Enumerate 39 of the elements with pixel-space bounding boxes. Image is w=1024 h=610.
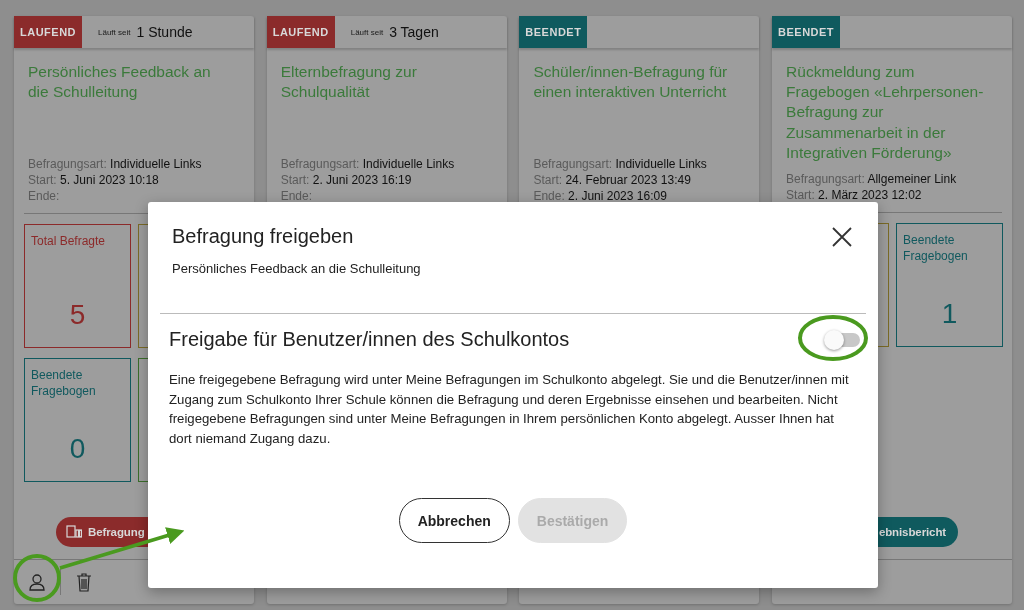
stat-value: 0	[68, 433, 87, 465]
meta-line: Befragungsart: Individuelle Links	[533, 156, 708, 172]
meta-line: Ende:	[280, 188, 314, 204]
highlight-ring	[13, 554, 61, 602]
dialog-title: Befragung freigeben	[172, 225, 354, 249]
running-duration: 1 Stunde	[136, 24, 193, 40]
section-title: Freigabe für Benutzer/innen des Schulkontos	[169, 328, 570, 351]
stat-label: Total Befragte	[31, 233, 107, 249]
description-text: Eine freigegebene Befragung wird unter Meine Befragungen im Schulkonto abgelegt. Sie und die Benutzer/innen mit Zugang zum Schulkonto Ihrer Schule können die Befragung und deren Ergebnisse einsehen und bearbeiten. Nicht freigegebene Befragungen sind unter Meine Befragungen in Ihrem persönlichen Konto abgelegt. Ausser Ihnen hat dort niemand Zugang dazu.	[168, 371, 850, 448]
status-badge: BEENDET	[519, 16, 588, 48]
meta-line: Start: 24. Februar 2023 13:49	[533, 172, 692, 188]
cancel-button[interactable]: Abbrechen	[398, 498, 510, 543]
survey-title[interactable]: Schüler/innen-Befragung für einen interaktiven Unterricht	[519, 62, 760, 148]
close-icon[interactable]	[830, 225, 854, 249]
running-since-label: Läuft seit	[98, 27, 131, 37]
running-since-label: Läuft seit	[350, 27, 384, 37]
meta-line: Ende: 2. Juni 2023 16:09	[533, 188, 668, 204]
meta-line: Start: 5. Juni 2023 10:18	[28, 172, 160, 188]
meta-line: Befragungsart: Individuelle Links	[280, 156, 456, 172]
survey-title[interactable]: Persönliches Feedback an die Schulleitung	[14, 62, 254, 148]
meta-line: Befragungsart: Allgemeiner Link	[786, 171, 958, 187]
highlight-ring	[798, 315, 868, 361]
stat-label: Beendete Fragebogen	[31, 367, 97, 399]
status-badge: BEENDET	[772, 16, 841, 48]
meta-line: Ende:	[28, 188, 61, 204]
stat-value: 1	[940, 298, 959, 330]
survey-title[interactable]: Elternbefragung zur Schulqualität	[266, 62, 507, 148]
devices-icon	[66, 525, 82, 539]
dialog-subtitle: Persönliches Feedback an die Schulleitung	[171, 260, 422, 276]
status-badge: LAUFEND	[14, 16, 82, 48]
meta-line: Befragungsart: Individuelle Links	[28, 156, 203, 172]
running-duration: 3 Tagen	[389, 24, 439, 40]
share-toggle[interactable]	[826, 332, 860, 347]
stat-label: Beendete Fragebogen	[903, 232, 969, 264]
status-badge: LAUFEND	[266, 16, 335, 48]
meta-line: Start: 2. März 2023 12:02	[786, 187, 923, 203]
survey-title[interactable]: Rückmeldung zum Fragebogen «Lehrpersonen-Befragung zur Zusammenarbeit in der Integrativen Förderung»	[772, 62, 1013, 163]
meta-line: Start: 2. Juni 2023 16:19	[280, 172, 413, 188]
stat-value: 5	[68, 299, 87, 331]
